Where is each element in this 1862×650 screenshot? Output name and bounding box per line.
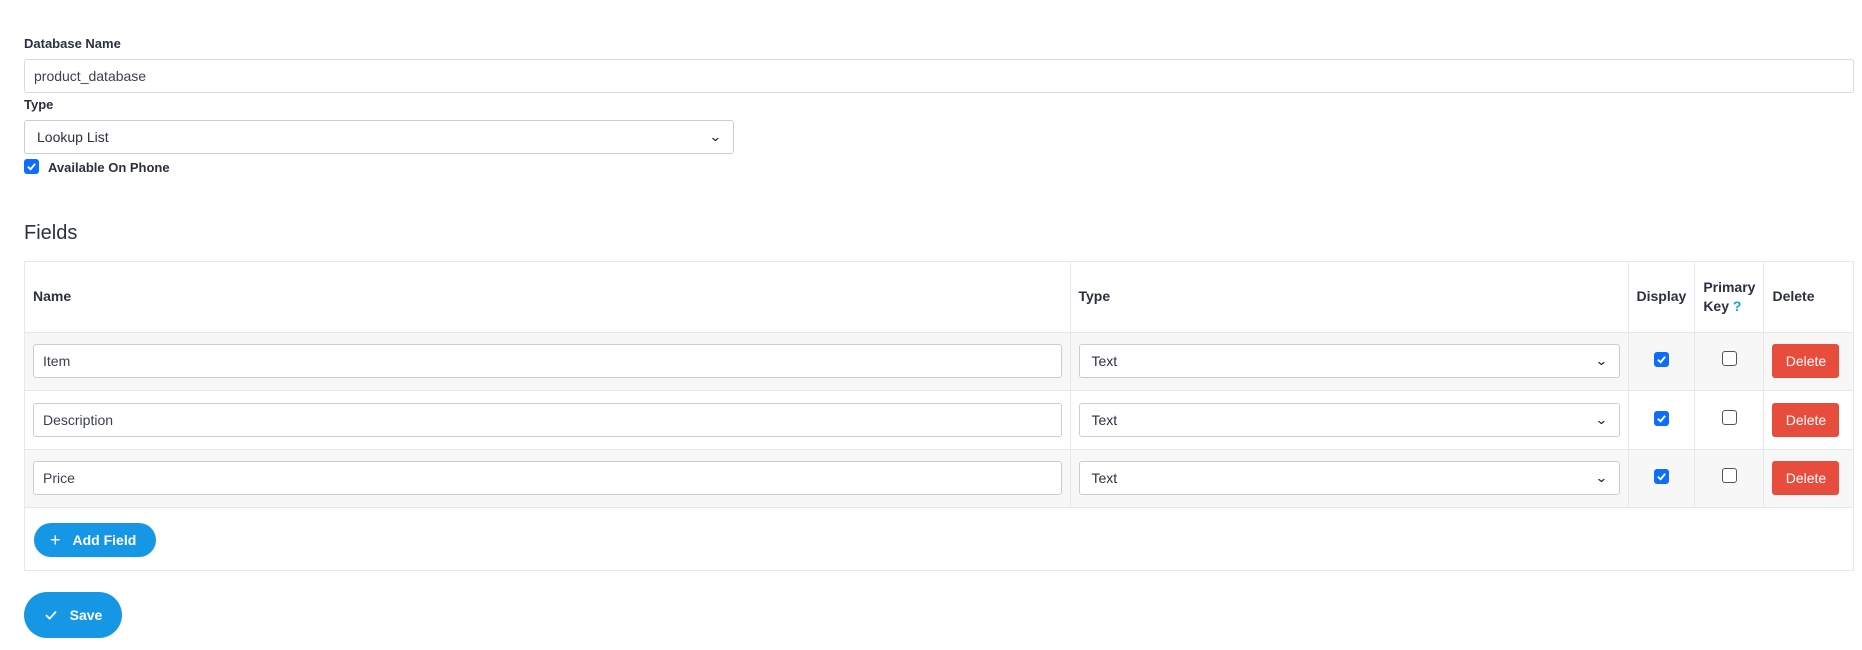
check-icon xyxy=(1657,356,1666,364)
field-type-value: Text xyxy=(1091,470,1118,487)
primary-key-checkbox[interactable] xyxy=(1721,351,1737,367)
fields-table: Name Type Display Primary Key ? Delete I… xyxy=(25,262,1853,508)
field-name-input[interactable]: Price xyxy=(33,461,1062,496)
field-name-input[interactable]: Item xyxy=(33,344,1062,379)
check-icon xyxy=(45,610,57,620)
display-checkbox[interactable] xyxy=(1653,410,1669,426)
type-label: Type xyxy=(24,97,54,112)
field-name-input[interactable]: Description xyxy=(33,402,1062,437)
field-type-select[interactable]: Text ⌄ xyxy=(1078,461,1620,496)
type-select[interactable]: Lookup List ⌄ xyxy=(24,120,734,154)
delete-button[interactable]: Delete xyxy=(1772,461,1840,496)
fields-section-title: Fields xyxy=(24,222,78,244)
plus-icon: + xyxy=(50,530,61,550)
column-header-delete: Delete xyxy=(1763,262,1853,333)
primary-key-checkbox[interactable] xyxy=(1721,468,1737,484)
save-label: Save xyxy=(69,607,103,623)
column-header-type: Type xyxy=(1070,262,1629,333)
database-name-label: Database Name xyxy=(24,36,121,51)
field-type-select[interactable]: Text ⌄ xyxy=(1078,344,1620,379)
table-row: Description Text ⌄ Delete xyxy=(25,390,1853,450)
check-icon xyxy=(1657,414,1666,423)
delete-button[interactable]: Delete xyxy=(1772,402,1840,437)
chevron-down-icon: ⌄ xyxy=(709,129,723,144)
check-icon xyxy=(1657,473,1666,481)
primary-key-checkbox[interactable] xyxy=(1721,409,1737,425)
field-type-select[interactable]: Text ⌄ xyxy=(1078,402,1620,437)
primary-key-header-line1: Primary xyxy=(1703,278,1756,295)
available-on-phone-label: Available On Phone xyxy=(48,160,170,175)
field-type-value: Text xyxy=(1091,411,1118,428)
column-header-display: Display xyxy=(1628,262,1696,333)
database-form-page: Database Name Type Lookup List ⌄ Availab… xyxy=(0,0,1862,650)
fields-table-container: Name Type Display Primary Key ? Delete I… xyxy=(24,261,1854,571)
check-icon xyxy=(27,162,36,171)
column-header-primary-key: Primary Key ? xyxy=(1694,262,1765,333)
display-checkbox[interactable] xyxy=(1653,469,1669,485)
database-name-input[interactable] xyxy=(24,59,1854,93)
chevron-down-icon: ⌄ xyxy=(1594,353,1608,369)
column-header-name: Name xyxy=(25,262,1071,333)
table-row: Price Text ⌄ Delete xyxy=(25,449,1853,508)
save-button[interactable]: Save xyxy=(24,592,122,638)
primary-key-help-icon[interactable]: ? xyxy=(1733,298,1742,314)
type-select-value: Lookup List xyxy=(37,129,109,145)
delete-button[interactable]: Delete xyxy=(1772,344,1840,379)
field-type-value: Text xyxy=(1091,353,1118,370)
chevron-down-icon: ⌄ xyxy=(1594,411,1608,427)
add-field-label: Add Field xyxy=(72,532,137,548)
add-field-button[interactable]: + Add Field xyxy=(34,523,157,557)
chevron-down-icon: ⌄ xyxy=(1594,470,1608,486)
table-row: Item Text ⌄ Delete xyxy=(25,332,1853,391)
available-on-phone-row: Available On Phone xyxy=(24,157,170,175)
primary-key-header-line2: Key xyxy=(1703,297,1729,314)
display-checkbox[interactable] xyxy=(1653,352,1669,368)
available-on-phone-checkbox[interactable] xyxy=(24,158,39,174)
